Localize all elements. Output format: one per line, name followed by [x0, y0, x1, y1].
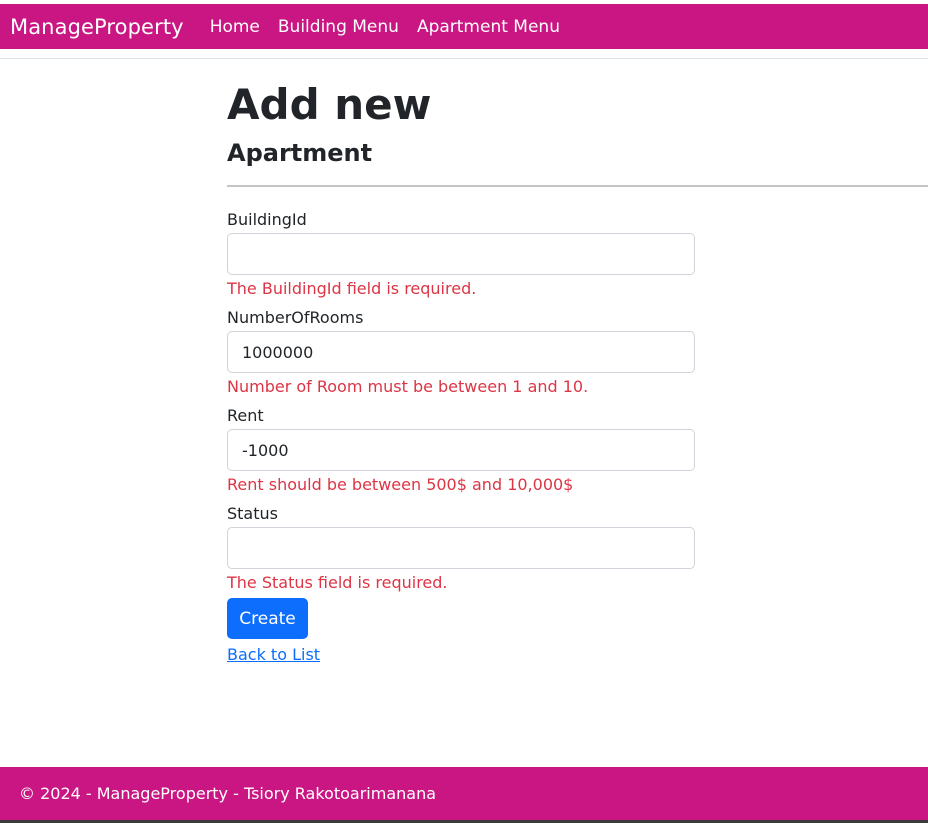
rent-input[interactable]: [227, 429, 695, 472]
page-title: Add new: [227, 80, 432, 129]
navbar: ManageProperty Home Building Menu Apartm…: [0, 4, 928, 49]
status-input[interactable]: [227, 527, 695, 570]
footer: © 2024 - ManageProperty - Tsiory Rakotoa…: [0, 767, 928, 820]
field-rent: Rent Rent should be between 500$ and 10,…: [227, 404, 695, 497]
nav-link-building-menu[interactable]: Building Menu: [278, 17, 399, 37]
building-id-label: BuildingId: [227, 210, 307, 230]
rent-label: Rent: [227, 406, 264, 426]
building-id-input[interactable]: [227, 233, 695, 276]
navbar-brand[interactable]: ManageProperty: [10, 15, 184, 39]
create-button[interactable]: Create: [227, 598, 308, 640]
status-label: Status: [227, 504, 278, 524]
back-to-list-link[interactable]: Back to List: [227, 643, 320, 667]
building-id-error: The BuildingId field is required.: [227, 279, 477, 299]
divider: [227, 185, 928, 188]
number-of-rooms-label: NumberOfRooms: [227, 308, 364, 328]
page-subtitle: Apartment: [227, 139, 373, 168]
nav-link-apartment-menu[interactable]: Apartment Menu: [417, 17, 560, 37]
nav-link-home[interactable]: Home: [210, 17, 260, 37]
field-number-of-rooms: NumberOfRooms Number of Room must be bet…: [227, 306, 695, 399]
main-content: Add new Apartment BuildingId The Buildin…: [227, 80, 928, 667]
number-of-rooms-error: Number of Room must be between 1 and 10.: [227, 377, 589, 397]
status-error: The Status field is required.: [227, 573, 448, 593]
field-status: Status The Status field is required.: [227, 502, 695, 595]
apartment-form: BuildingId The BuildingId field is requi…: [227, 208, 695, 667]
field-building-id: BuildingId The BuildingId field is requi…: [227, 208, 695, 301]
navbar-divider: [0, 58, 928, 59]
rent-error: Rent should be between 500$ and 10,000$: [227, 475, 574, 495]
number-of-rooms-input[interactable]: [227, 331, 695, 374]
page: ManageProperty Home Building Menu Apartm…: [0, 0, 928, 823]
footer-text: © 2024 - ManageProperty - Tsiory Rakotoa…: [19, 784, 437, 803]
